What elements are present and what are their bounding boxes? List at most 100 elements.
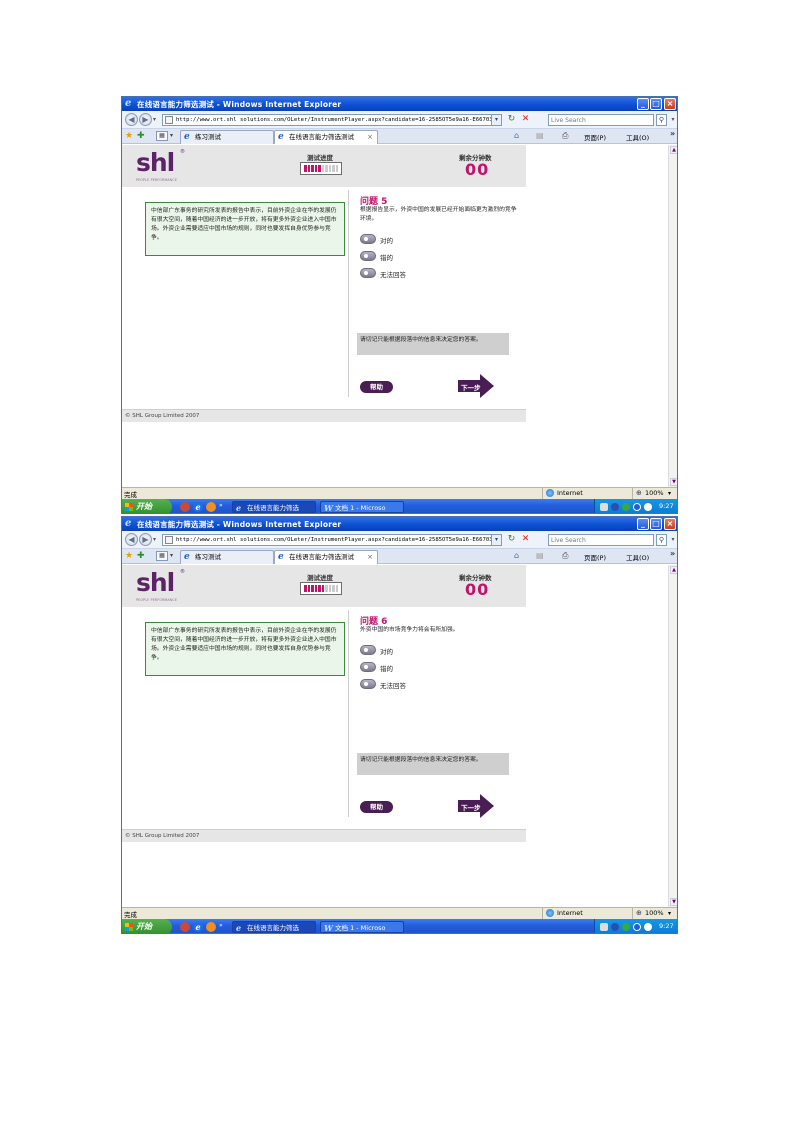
forward-button[interactable]: ▶ — [139, 533, 152, 546]
url-dropdown-icon[interactable]: ▾ — [491, 535, 501, 545]
quicklaunch-app-icon[interactable] — [180, 502, 190, 512]
zoom-dropdown-icon[interactable]: ▾ — [668, 908, 671, 919]
zoom-control[interactable]: ⊕ 100% — [632, 488, 664, 499]
forward-button[interactable]: ▶ — [139, 113, 152, 126]
quicklaunch-more-icon[interactable]: » — [219, 922, 223, 929]
tab-practice-test[interactable]: e 练习测试 — [180, 550, 274, 564]
tray-update-icon[interactable] — [633, 923, 641, 931]
tray-keyboard-icon[interactable] — [600, 503, 608, 511]
taskbar-item-word[interactable]: W 文档 1 - Microso — [320, 501, 404, 513]
scroll-down-icon[interactable]: ▼ — [670, 478, 677, 486]
quicklaunch-more-icon[interactable]: » — [219, 502, 223, 509]
maximize-button[interactable]: □ — [650, 98, 662, 110]
search-dropdown-icon[interactable]: ▾ — [669, 114, 677, 126]
start-button[interactable]: 开始 — [122, 499, 172, 513]
vertical-scrollbar[interactable]: ▲ ▼ — [668, 565, 677, 907]
close-button[interactable]: × — [664, 518, 676, 530]
tab-list-dropdown-icon[interactable]: ▾ — [170, 132, 173, 139]
taskbar-item-word[interactable]: W 文档 1 - Microso — [320, 921, 404, 933]
radio-button-icon[interactable] — [360, 268, 376, 278]
search-box[interactable] — [548, 114, 654, 126]
window-titlebar[interactable]: e 在线语言能力筛选测试 - Windows Internet Explorer… — [122, 97, 677, 111]
tray-network-icon[interactable] — [611, 503, 619, 511]
quicklaunch-ie-icon[interactable]: e — [193, 502, 203, 512]
tools-menu[interactable]: 工具(O) — [626, 552, 649, 562]
home-icon[interactable]: ⌂ — [514, 551, 519, 560]
search-icon[interactable]: ⚲ — [656, 114, 667, 126]
tab-close-icon[interactable]: × — [367, 131, 373, 143]
add-favorite-icon[interactable]: ✚ — [137, 551, 145, 561]
chevron-more-icon[interactable]: » — [670, 549, 675, 558]
tray-security-icon[interactable] — [622, 503, 630, 511]
refresh-icon[interactable]: ↻ — [506, 114, 517, 125]
close-button[interactable]: × — [664, 98, 676, 110]
zoom-dropdown-icon[interactable]: ▾ — [668, 488, 671, 499]
back-button[interactable]: ◀ — [125, 113, 138, 126]
quick-tabs-icon[interactable]: ▦ — [156, 131, 168, 141]
search-input[interactable] — [549, 115, 653, 125]
quicklaunch-media-icon[interactable] — [206, 922, 216, 932]
scroll-up-icon[interactable]: ▲ — [670, 146, 677, 154]
tab-language-screening[interactable]: e 在线语言能力筛选测试 × — [274, 550, 378, 564]
home-icon[interactable]: ⌂ — [514, 131, 519, 140]
maximize-button[interactable]: □ — [650, 518, 662, 530]
tab-close-icon[interactable]: × — [367, 551, 373, 563]
quicklaunch-ie-icon[interactable]: e — [193, 922, 203, 932]
zoom-control[interactable]: ⊕ 100% — [632, 908, 664, 919]
page-menu[interactable]: 页面(P) — [584, 552, 606, 562]
next-button[interactable]: 下一步 — [458, 794, 494, 818]
radio-button-icon[interactable] — [360, 251, 376, 261]
stop-icon[interactable]: ✕ — [520, 534, 531, 545]
scroll-up-icon[interactable]: ▲ — [670, 566, 677, 574]
next-button[interactable]: 下一步 — [458, 374, 494, 398]
radio-button-icon[interactable] — [360, 662, 376, 672]
tray-search-icon[interactable] — [644, 503, 652, 511]
tray-search-icon[interactable] — [644, 923, 652, 931]
print-icon[interactable]: ⎙ — [562, 551, 568, 561]
help-button[interactable]: 帮助 — [360, 801, 393, 813]
taskbar-item-browser[interactable]: e 在线语言能力筛选 — [232, 501, 316, 513]
url-dropdown-icon[interactable]: ▾ — [491, 115, 501, 125]
quicklaunch-media-icon[interactable] — [206, 502, 216, 512]
back-button[interactable]: ◀ — [125, 533, 138, 546]
tray-security-icon[interactable] — [622, 923, 630, 931]
search-dropdown-icon[interactable]: ▾ — [669, 534, 677, 546]
refresh-icon[interactable]: ↻ — [506, 534, 517, 545]
search-box[interactable] — [548, 534, 654, 546]
tools-menu[interactable]: 工具(O) — [626, 132, 649, 142]
radio-button-icon[interactable] — [360, 679, 376, 689]
start-button[interactable]: 开始 — [122, 919, 172, 933]
quicklaunch-app-icon[interactable] — [180, 922, 190, 932]
favorites-star-icon[interactable]: ★ — [125, 551, 133, 561]
favorites-star-icon[interactable]: ★ — [125, 131, 133, 141]
tray-update-icon[interactable] — [633, 503, 641, 511]
vertical-scrollbar[interactable]: ▲ ▼ — [668, 145, 677, 487]
window-titlebar[interactable]: e 在线语言能力筛选测试 - Windows Internet Explorer… — [122, 517, 677, 531]
print-icon[interactable]: ⎙ — [562, 131, 568, 141]
stop-icon[interactable]: ✕ — [520, 114, 531, 125]
feeds-icon[interactable]: ▤ — [536, 131, 544, 140]
tab-list-dropdown-icon[interactable]: ▾ — [170, 552, 173, 559]
history-dropdown-icon[interactable]: ▾ — [153, 116, 156, 123]
scroll-down-icon[interactable]: ▼ — [670, 898, 677, 906]
radio-button-icon[interactable] — [360, 234, 376, 244]
add-favorite-icon[interactable]: ✚ — [137, 131, 145, 141]
minimize-button[interactable]: _ — [637, 98, 649, 110]
page-menu[interactable]: 页面(P) — [584, 132, 606, 142]
search-icon[interactable]: ⚲ — [656, 534, 667, 546]
url-field[interactable]: http://www.ort.shl solutions.com/OLeter/… — [162, 114, 502, 126]
radio-button-icon[interactable] — [360, 645, 376, 655]
tray-keyboard-icon[interactable] — [600, 923, 608, 931]
search-input[interactable] — [549, 535, 653, 545]
feeds-icon[interactable]: ▤ — [536, 551, 544, 560]
quick-tabs-icon[interactable]: ▦ — [156, 551, 168, 561]
tray-network-icon[interactable] — [611, 923, 619, 931]
tab-language-screening[interactable]: e 在线语言能力筛选测试 × — [274, 130, 378, 144]
taskbar-item-browser[interactable]: e 在线语言能力筛选 — [232, 921, 316, 933]
help-button[interactable]: 帮助 — [360, 381, 393, 393]
history-dropdown-icon[interactable]: ▾ — [153, 536, 156, 543]
tab-practice-test[interactable]: e 练习测试 — [180, 130, 274, 144]
chevron-more-icon[interactable]: » — [670, 129, 675, 138]
minimize-button[interactable]: _ — [637, 518, 649, 530]
url-field[interactable]: http://www.ort.shl solutions.com/OLeter/… — [162, 534, 502, 546]
